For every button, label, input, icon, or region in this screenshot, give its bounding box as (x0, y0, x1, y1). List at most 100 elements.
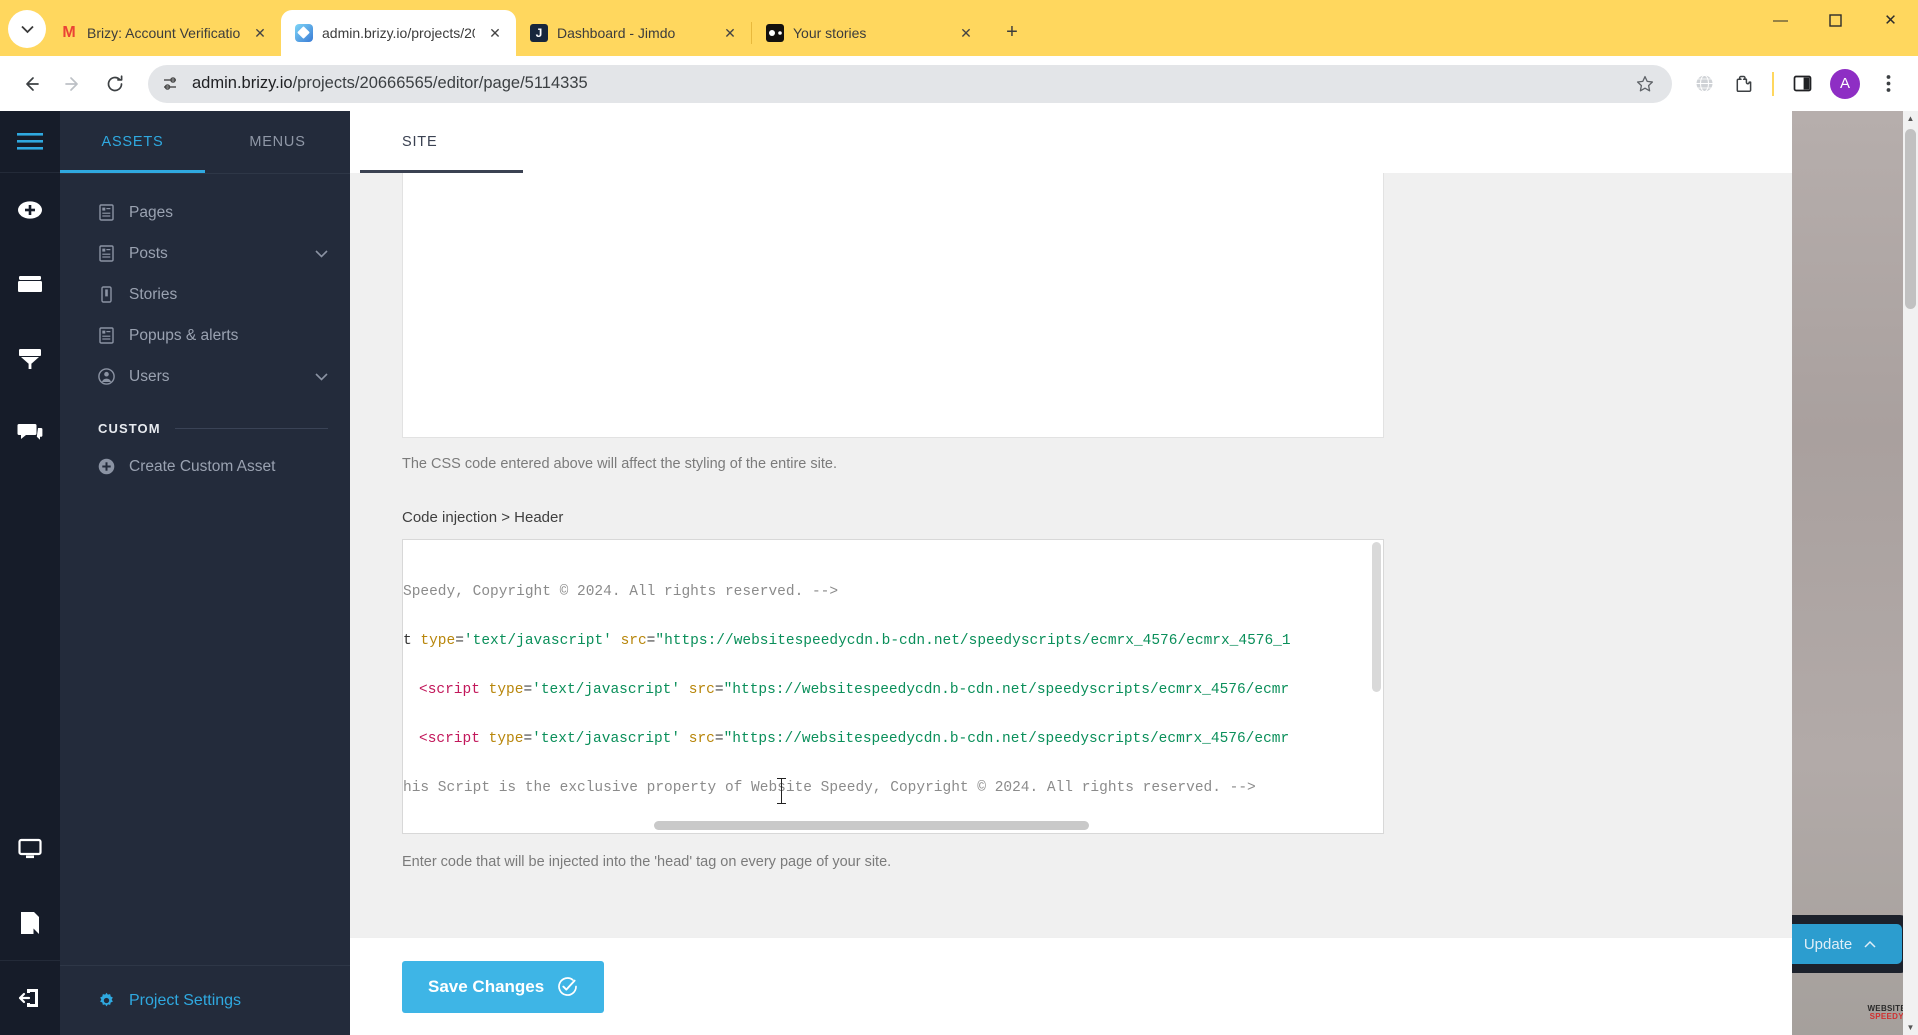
side-panel-icon[interactable] (1784, 66, 1820, 102)
code-editor-vertical-thumb[interactable] (1372, 542, 1381, 692)
code-token: = (523, 682, 533, 698)
browser-toolbar: admin.brizy.io/projects/20666565/editor/… (0, 56, 1918, 111)
post-list-icon (98, 245, 115, 262)
chevron-up-icon[interactable] (1864, 940, 1876, 948)
hamburger-menu-icon[interactable] (0, 111, 60, 173)
custom-css-textarea[interactable] (402, 173, 1384, 438)
window-close-button[interactable]: ✕ (1863, 0, 1918, 40)
code-token: type (488, 731, 524, 747)
code-editor-horizontal-thumb[interactable] (654, 821, 1089, 830)
user-icon (98, 368, 115, 385)
code-token: = (523, 731, 533, 747)
kebab-menu-icon[interactable] (1870, 66, 1906, 102)
code-token: type (488, 682, 524, 698)
code-line: his Script is the exclusive property of … (403, 764, 1383, 813)
add-icon[interactable] (0, 173, 60, 247)
sidebar-item-posts[interactable]: Posts (60, 233, 350, 274)
jimdo-icon: J (530, 24, 548, 42)
chevron-down-icon[interactable] (315, 249, 328, 258)
tab-assets[interactable]: ASSETS (60, 134, 205, 150)
browser-tab-0[interactable]: M Brizy: Account Verification - ann ✕ (46, 10, 281, 56)
save-changes-button[interactable]: Save Changes (402, 960, 605, 1013)
browser-tab-2[interactable]: J Dashboard - Jimdo ✕ (516, 10, 751, 56)
logout-icon[interactable] (0, 961, 60, 1035)
settings-scroll-area[interactable]: The CSS code entered above will affect t… (350, 173, 1918, 937)
avatar[interactable]: A (1830, 68, 1860, 99)
medium-stories-icon (766, 24, 784, 42)
brush-icon[interactable] (0, 321, 60, 395)
browser-tabstrip: M Brizy: Account Verification - ann ✕ ad… (0, 0, 1918, 56)
code-token: "https://websitespeedycdn.b-cdn.net/spee… (723, 731, 1290, 747)
page-icon[interactable] (0, 886, 60, 960)
sidebar-item-popups-alerts-label: Popups & alerts (129, 326, 239, 344)
reload-icon[interactable] (96, 65, 134, 103)
story-icon (98, 286, 115, 303)
gear-icon (98, 992, 115, 1009)
create-custom-asset-button[interactable]: Create Custom Asset (60, 446, 350, 487)
code-injection-header-editor[interactable]: Speedy, Copyright © 2024. All rights res… (402, 539, 1384, 834)
site-settings-icon[interactable] (162, 75, 180, 93)
page-scroll-down-arrow-icon[interactable]: ▼ (1903, 1020, 1918, 1035)
custom-section-divider (174, 428, 328, 429)
browser-tab-3-close-icon[interactable]: ✕ (955, 22, 977, 44)
sidebar-item-stories[interactable]: Stories (60, 274, 350, 315)
window-minimize-button[interactable]: — (1753, 0, 1808, 40)
address-bar[interactable]: admin.brizy.io/projects/20666565/editor/… (148, 64, 1672, 103)
assets-panel-spacer (60, 487, 350, 965)
code-token: src (688, 731, 715, 747)
code-token: src (620, 633, 647, 649)
chevron-down-icon[interactable] (315, 372, 328, 381)
page-scroll-up-arrow-icon[interactable]: ▲ (1903, 111, 1918, 126)
project-settings-button[interactable]: Project Settings (60, 965, 350, 1035)
sidebar-item-stories-label: Stories (129, 285, 178, 303)
back-icon[interactable] (12, 65, 50, 103)
code-editor-horizontal-scrollbar[interactable] (404, 821, 1382, 830)
settings-footer: Save Changes (350, 937, 1918, 1035)
browser-tab-2-close-icon[interactable]: ✕ (719, 22, 741, 44)
code-line: <script type='text/javascript' src="http… (403, 666, 1383, 715)
popup-icon (98, 327, 115, 344)
code-token: Speedy, Copyright © 2024. All rights res… (403, 584, 839, 600)
browser-tab-0-close-icon[interactable]: ✕ (249, 22, 271, 44)
code-token: 'text/javascript' (532, 731, 681, 747)
folder-icon[interactable] (0, 247, 60, 321)
sidebar-item-users-label: Users (129, 367, 170, 385)
tab-site[interactable]: SITE (359, 111, 525, 173)
code-token: src (688, 682, 715, 698)
forward-icon[interactable] (54, 65, 92, 103)
globe-icon[interactable] (1686, 66, 1722, 102)
sidebar-item-pages[interactable]: Pages (60, 192, 350, 233)
code-token: type (420, 633, 456, 649)
code-content: Speedy, Copyright © 2024. All rights res… (403, 540, 1383, 813)
active-tab-underline (60, 170, 205, 173)
browser-tab-3[interactable]: Your stories ✕ (752, 10, 987, 56)
code-injection-header-label: Code injection > Header (402, 509, 564, 526)
browser-tab-1-close-icon[interactable]: ✕ (484, 22, 506, 44)
browser-tab-0-title: Brizy: Account Verification - ann (87, 25, 240, 41)
page-list-icon (98, 204, 115, 221)
custom-css-hint: The CSS code entered above will affect t… (402, 456, 837, 472)
window-maximize-button[interactable] (1808, 0, 1863, 40)
new-tab-button[interactable]: + (997, 17, 1027, 47)
code-token: = (455, 633, 464, 649)
sidebar-item-popups-alerts[interactable]: Popups & alerts (60, 315, 350, 356)
create-custom-asset-label: Create Custom Asset (129, 457, 276, 475)
code-editor-vertical-scrollbar[interactable] (1372, 542, 1381, 831)
monitor-icon[interactable] (0, 812, 60, 886)
star-icon[interactable] (1632, 71, 1658, 97)
save-changes-label: Save Changes (428, 976, 545, 996)
page-scroll-thumb[interactable] (1905, 129, 1916, 309)
update-button[interactable]: Update (1792, 924, 1902, 964)
code-token: 'text/javascript' (532, 682, 681, 698)
address-bar-path: /projects/20666565/editor/page/5114335 (292, 74, 588, 92)
chat-icon[interactable] (0, 395, 60, 469)
tab-menus[interactable]: MENUS (205, 134, 350, 150)
tab-search-button[interactable] (8, 10, 46, 48)
page-vertical-scrollbar[interactable]: ▲ ▼ (1903, 111, 1918, 1035)
extensions-icon[interactable] (1726, 66, 1762, 102)
application-body: ASSETS MENUS Pages Posts Stories Popups … (0, 111, 1918, 1035)
browser-tab-1[interactable]: admin.brizy.io/projects/206665 ✕ (281, 10, 516, 56)
sidebar-item-users[interactable]: Users (60, 356, 350, 397)
